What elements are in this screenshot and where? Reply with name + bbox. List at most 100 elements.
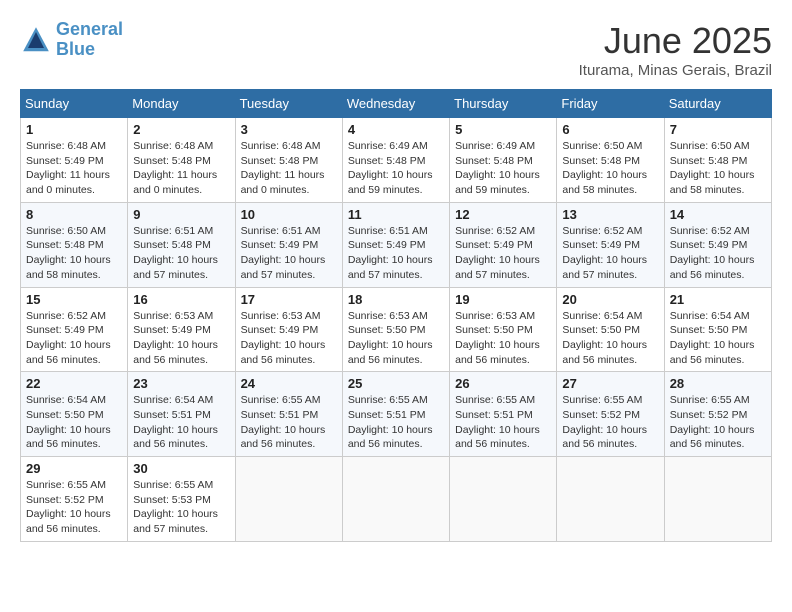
day-number: 22	[26, 376, 122, 391]
calendar-week-row: 22 Sunrise: 6:54 AM Sunset: 5:50 PM Dayli…	[21, 372, 772, 457]
calendar-cell: 7 Sunrise: 6:50 AM Sunset: 5:48 PM Daylig…	[664, 118, 771, 203]
day-detail: Sunrise: 6:50 AM Sunset: 5:48 PM Dayligh…	[562, 139, 658, 198]
calendar-cell: 26Sunrise: 6:55 AM Sunset: 5:51 PM Dayli…	[450, 372, 557, 457]
calendar-cell: 5 Sunrise: 6:49 AM Sunset: 5:48 PM Daylig…	[450, 118, 557, 203]
day-number: 11	[348, 207, 444, 222]
day-detail: Sunrise: 6:55 AM Sunset: 5:52 PM Dayligh…	[670, 393, 766, 452]
calendar-cell: 11 Sunrise: 6:51 AM Sunset: 5:49 PM Dayli…	[342, 202, 449, 287]
day-detail: Sunrise: 6:54 AM Sunset: 5:50 PM Dayligh…	[562, 309, 658, 368]
calendar-cell: 16 Sunrise: 6:53 AM Sunset: 5:49 PM Dayli…	[128, 287, 235, 372]
day-detail: Sunrise: 6:48 AM Sunset: 5:48 PM Dayligh…	[133, 139, 229, 198]
calendar-cell: 6 Sunrise: 6:50 AM Sunset: 5:48 PM Daylig…	[557, 118, 664, 203]
logo: General Blue	[20, 20, 123, 60]
day-number: 4	[348, 122, 444, 137]
calendar-cell: 21 Sunrise: 6:54 AM Sunset: 5:50 PM Dayli…	[664, 287, 771, 372]
calendar-cell: 9 Sunrise: 6:51 AM Sunset: 5:48 PM Daylig…	[128, 202, 235, 287]
day-detail: Sunrise: 6:51 AM Sunset: 5:49 PM Dayligh…	[348, 224, 444, 283]
calendar-header-row: SundayMondayTuesdayWednesdayThursdayFrid…	[21, 90, 772, 118]
header: General Blue June 2025 Iturama, Minas Ge…	[20, 20, 772, 79]
day-detail: Sunrise: 6:54 AM Sunset: 5:50 PM Dayligh…	[670, 309, 766, 368]
logo-icon	[20, 24, 52, 56]
title-area: June 2025 Iturama, Minas Gerais, Brazil	[579, 20, 772, 79]
day-number: 8	[26, 207, 122, 222]
column-header-friday: Friday	[557, 90, 664, 118]
calendar-cell	[342, 457, 449, 542]
day-detail: Sunrise: 6:52 AM Sunset: 5:49 PM Dayligh…	[26, 309, 122, 368]
calendar-cell: 13 Sunrise: 6:52 AM Sunset: 5:49 PM Dayli…	[557, 202, 664, 287]
day-detail: Sunrise: 6:51 AM Sunset: 5:48 PM Dayligh…	[133, 224, 229, 283]
calendar-cell: 3Sunrise: 6:48 AM Sunset: 5:48 PM Daylig…	[235, 118, 342, 203]
day-detail: Sunrise: 6:53 AM Sunset: 5:49 PM Dayligh…	[241, 309, 337, 368]
day-detail: Sunrise: 6:52 AM Sunset: 5:49 PM Dayligh…	[562, 224, 658, 283]
calendar-cell	[450, 457, 557, 542]
calendar-cell: 1Sunrise: 6:48 AM Sunset: 5:49 PM Daylig…	[21, 118, 128, 203]
calendar-week-row: 1Sunrise: 6:48 AM Sunset: 5:49 PM Daylig…	[21, 118, 772, 203]
calendar-cell	[557, 457, 664, 542]
calendar-cell	[664, 457, 771, 542]
column-header-sunday: Sunday	[21, 90, 128, 118]
day-number: 14	[670, 207, 766, 222]
calendar-cell: 20 Sunrise: 6:54 AM Sunset: 5:50 PM Dayli…	[557, 287, 664, 372]
day-number: 13	[562, 207, 658, 222]
calendar-cell: 30 Sunrise: 6:55 AM Sunset: 5:53 PM Dayli…	[128, 457, 235, 542]
calendar-cell: 12 Sunrise: 6:52 AM Sunset: 5:49 PM Dayli…	[450, 202, 557, 287]
day-number: 6	[562, 122, 658, 137]
calendar-cell: 17 Sunrise: 6:53 AM Sunset: 5:49 PM Dayli…	[235, 287, 342, 372]
logo-text: General Blue	[56, 20, 123, 60]
day-number: 30	[133, 461, 229, 476]
column-header-saturday: Saturday	[664, 90, 771, 118]
day-number: 24	[241, 376, 337, 391]
day-detail: Sunrise: 6:51 AM Sunset: 5:49 PM Dayligh…	[241, 224, 337, 283]
calendar-table: SundayMondayTuesdayWednesdayThursdayFrid…	[20, 89, 772, 542]
calendar-cell: 19 Sunrise: 6:53 AM Sunset: 5:50 PM Dayli…	[450, 287, 557, 372]
calendar-cell: 22 Sunrise: 6:54 AM Sunset: 5:50 PM Dayli…	[21, 372, 128, 457]
day-number: 29	[26, 461, 122, 476]
day-detail: Sunrise: 6:49 AM Sunset: 5:48 PM Dayligh…	[348, 139, 444, 198]
calendar-cell: 14 Sunrise: 6:52 AM Sunset: 5:49 PM Dayli…	[664, 202, 771, 287]
calendar-week-row: 15Sunrise: 6:52 AM Sunset: 5:49 PM Dayli…	[21, 287, 772, 372]
day-number: 25	[348, 376, 444, 391]
day-detail: Sunrise: 6:50 AM Sunset: 5:48 PM Dayligh…	[26, 224, 122, 283]
day-detail: Sunrise: 6:52 AM Sunset: 5:49 PM Dayligh…	[670, 224, 766, 283]
calendar-cell: 2Sunrise: 6:48 AM Sunset: 5:48 PM Daylig…	[128, 118, 235, 203]
day-detail: Sunrise: 6:53 AM Sunset: 5:50 PM Dayligh…	[455, 309, 551, 368]
day-number: 18	[348, 292, 444, 307]
calendar-cell: 27 Sunrise: 6:55 AM Sunset: 5:52 PM Dayli…	[557, 372, 664, 457]
day-number: 17	[241, 292, 337, 307]
calendar-week-row: 8 Sunrise: 6:50 AM Sunset: 5:48 PM Daylig…	[21, 202, 772, 287]
day-detail: Sunrise: 6:54 AM Sunset: 5:51 PM Dayligh…	[133, 393, 229, 452]
day-detail: Sunrise: 6:49 AM Sunset: 5:48 PM Dayligh…	[455, 139, 551, 198]
column-header-thursday: Thursday	[450, 90, 557, 118]
day-number: 5	[455, 122, 551, 137]
day-detail: Sunrise: 6:55 AM Sunset: 5:53 PM Dayligh…	[133, 478, 229, 537]
day-number: 9	[133, 207, 229, 222]
column-header-tuesday: Tuesday	[235, 90, 342, 118]
day-number: 7	[670, 122, 766, 137]
day-number: 23	[133, 376, 229, 391]
day-detail: Sunrise: 6:54 AM Sunset: 5:50 PM Dayligh…	[26, 393, 122, 452]
day-detail: Sunrise: 6:53 AM Sunset: 5:50 PM Dayligh…	[348, 309, 444, 368]
day-detail: Sunrise: 6:53 AM Sunset: 5:49 PM Dayligh…	[133, 309, 229, 368]
column-header-monday: Monday	[128, 90, 235, 118]
day-number: 10	[241, 207, 337, 222]
calendar-cell: 4 Sunrise: 6:49 AM Sunset: 5:48 PM Daylig…	[342, 118, 449, 203]
day-detail: Sunrise: 6:52 AM Sunset: 5:49 PM Dayligh…	[455, 224, 551, 283]
day-number: 12	[455, 207, 551, 222]
day-detail: Sunrise: 6:55 AM Sunset: 5:52 PM Dayligh…	[562, 393, 658, 452]
day-detail: Sunrise: 6:55 AM Sunset: 5:51 PM Dayligh…	[348, 393, 444, 452]
calendar-cell: 29Sunrise: 6:55 AM Sunset: 5:52 PM Dayli…	[21, 457, 128, 542]
day-detail: Sunrise: 6:50 AM Sunset: 5:48 PM Dayligh…	[670, 139, 766, 198]
day-number: 1	[26, 122, 122, 137]
day-number: 3	[241, 122, 337, 137]
calendar-cell: 24Sunrise: 6:55 AM Sunset: 5:51 PM Dayli…	[235, 372, 342, 457]
day-number: 19	[455, 292, 551, 307]
calendar-cell: 15Sunrise: 6:52 AM Sunset: 5:49 PM Dayli…	[21, 287, 128, 372]
calendar-cell	[235, 457, 342, 542]
day-number: 20	[562, 292, 658, 307]
day-number: 16	[133, 292, 229, 307]
day-number: 27	[562, 376, 658, 391]
day-number: 21	[670, 292, 766, 307]
calendar-week-row: 29Sunrise: 6:55 AM Sunset: 5:52 PM Dayli…	[21, 457, 772, 542]
calendar-cell: 23 Sunrise: 6:54 AM Sunset: 5:51 PM Dayli…	[128, 372, 235, 457]
day-number: 28	[670, 376, 766, 391]
